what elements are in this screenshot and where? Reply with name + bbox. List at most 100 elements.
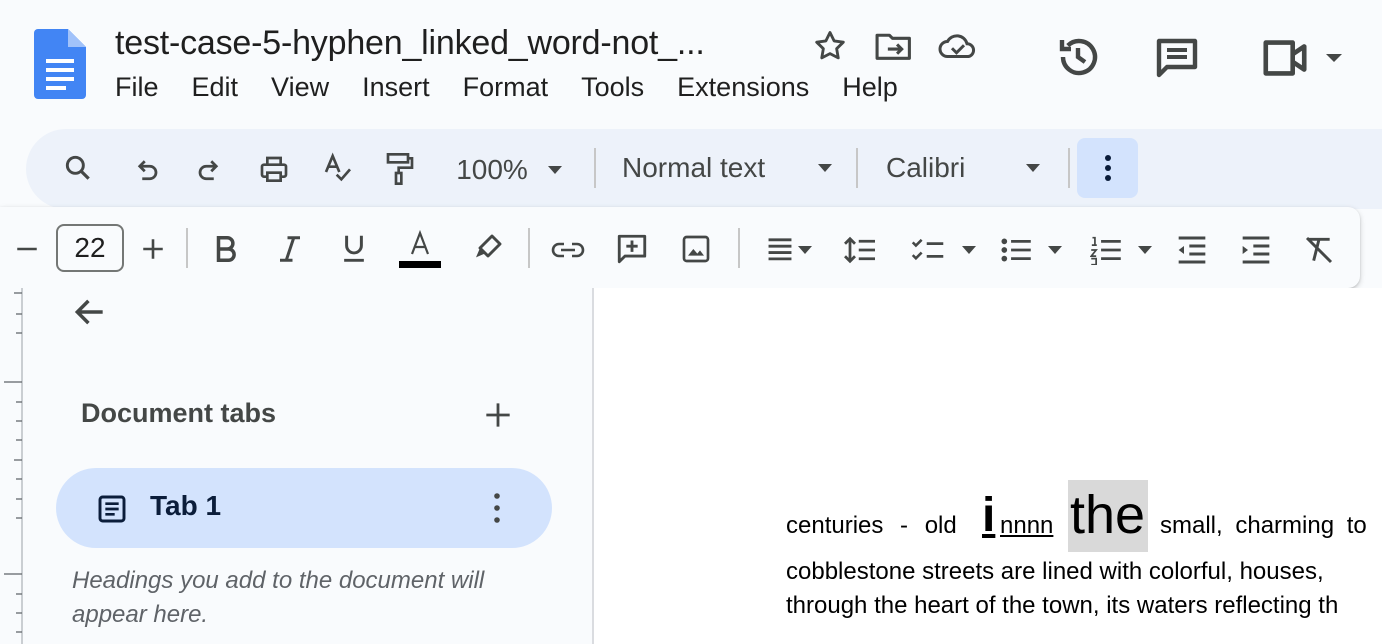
spellcheck-icon (324, 152, 352, 182)
toolbar-divider (738, 228, 740, 268)
numbered-list-icon (1090, 236, 1121, 265)
document-tabs-heading: Document tabs (81, 398, 277, 428)
docs-logo-icon[interactable] (34, 29, 86, 99)
highlight-icon (476, 234, 502, 258)
paint-format-icon (386, 152, 414, 185)
dropdown-caret-icon (1138, 246, 1152, 254)
line-spacing-icon (844, 236, 875, 264)
document-tab-item[interactable] (56, 468, 552, 548)
toolbar-divider (594, 148, 596, 188)
comments-icon[interactable] (1152, 33, 1202, 81)
dropdown-caret-icon (962, 246, 976, 254)
search-menus-button[interactable] (58, 148, 98, 188)
underline-icon (344, 235, 364, 262)
dropdown-caret-icon (818, 164, 832, 172)
clear-formatting-button[interactable] (1298, 230, 1340, 270)
toolbar-divider (186, 228, 188, 268)
dropdown-caret-icon[interactable] (1322, 48, 1346, 68)
italic-icon (280, 236, 300, 262)
dropdown-caret-icon (547, 166, 562, 174)
add-comment-button[interactable] (612, 228, 652, 270)
align-menu-button[interactable] (756, 230, 822, 270)
document-text: centuries - old (786, 512, 957, 539)
menu-extensions[interactable]: Extensions (677, 72, 809, 103)
dropdown-caret-icon (1048, 246, 1062, 254)
zoom-select[interactable]: 100% (448, 150, 572, 190)
redo-button[interactable] (190, 150, 230, 190)
underline-button[interactable] (336, 228, 372, 268)
vertical-ruler (0, 288, 24, 644)
paint-format-button[interactable] (380, 148, 420, 190)
more-vert-icon (1104, 155, 1111, 181)
checklist-menu-button[interactable] (906, 230, 982, 270)
headings-hint-text: Headings you add to the document will ap… (72, 567, 485, 628)
version-history-icon[interactable] (1054, 33, 1102, 81)
bulleted-list-icon (1001, 238, 1031, 262)
link-icon (551, 242, 585, 258)
paragraph-style-value: Normal text (622, 152, 766, 183)
more-options-button[interactable] (1077, 138, 1138, 198)
menu-help[interactable]: Help (842, 72, 898, 103)
increase-font-size-icon (143, 239, 163, 259)
print-button[interactable] (254, 150, 294, 190)
increase-indent-icon (1242, 236, 1270, 264)
undo-icon (137, 160, 158, 181)
zoom-value: 100% (456, 154, 528, 185)
document-text: small, charming to (1160, 512, 1367, 539)
print-icon (260, 156, 288, 182)
document-line: through the heart of the town, its water… (786, 592, 1339, 619)
menu-view[interactable]: View (271, 72, 329, 103)
menu-insert[interactable]: Insert (362, 72, 430, 103)
document-text-large-letter: i (982, 489, 996, 542)
decrease-indent-button[interactable] (1172, 230, 1212, 270)
numbered-list-menu-button[interactable] (1086, 230, 1158, 270)
highlight-color-button[interactable] (468, 228, 508, 268)
line-spacing-button[interactable] (840, 230, 880, 270)
undo-button[interactable] (126, 150, 166, 190)
font-family-select[interactable]: Calibri (886, 148, 1042, 188)
add-tab-icon[interactable] (484, 401, 512, 429)
bold-button[interactable] (208, 230, 244, 268)
decrease-font-size-button[interactable] (12, 234, 42, 264)
meet-icon[interactable] (1260, 36, 1310, 80)
redo-icon (198, 160, 219, 181)
font-size-input[interactable]: 22 (56, 224, 124, 272)
document-text-highlighted: the (1070, 485, 1146, 545)
text-color-button[interactable] (396, 226, 444, 270)
spellcheck-button[interactable] (318, 148, 358, 188)
add-comment-icon (617, 234, 647, 264)
paragraph-style-select[interactable]: Normal text (622, 148, 834, 188)
italic-button[interactable] (272, 230, 308, 268)
back-arrow-icon[interactable] (70, 293, 110, 331)
menu-edit[interactable]: Edit (192, 72, 239, 103)
menu-format[interactable]: Format (463, 72, 549, 103)
document-page[interactable]: centuries - old i nnnn the small, charmi… (594, 288, 1382, 644)
font-family-value: Calibri (886, 152, 966, 183)
document-title[interactable]: test-case-5-hyphen_linked_word-not_... (115, 24, 705, 63)
document-line: cobblestone streets are lined with color… (786, 558, 1324, 585)
menu-tools[interactable]: Tools (581, 72, 644, 103)
move-to-folder-icon[interactable] (874, 27, 914, 65)
star-icon[interactable] (811, 27, 849, 65)
decrease-font-size-icon (17, 247, 37, 251)
insert-link-button[interactable] (546, 230, 590, 270)
bulleted-list-menu-button[interactable] (996, 230, 1068, 270)
menu-bar: File Edit View Insert Format Tools Exten… (115, 72, 898, 103)
increase-font-size-button[interactable] (138, 234, 168, 264)
dropdown-caret-icon (798, 246, 812, 254)
search-icon (65, 155, 90, 180)
increase-indent-button[interactable] (1236, 230, 1276, 270)
text-color-icon (399, 229, 441, 268)
menu-file[interactable]: File (115, 72, 159, 103)
insert-image-button[interactable] (676, 228, 716, 270)
insert-image-icon (682, 235, 710, 263)
decrease-indent-icon (1178, 236, 1206, 264)
cloud-saved-icon[interactable] (937, 27, 979, 65)
tab-options-icon[interactable] (485, 490, 509, 526)
clear-formatting-icon (1305, 236, 1333, 264)
toolbar-divider (856, 148, 858, 188)
document-tab-label: Tab 1 (150, 490, 222, 521)
dropdown-caret-icon (1026, 164, 1040, 172)
toolbar-divider (528, 228, 530, 268)
bold-icon (216, 236, 236, 262)
